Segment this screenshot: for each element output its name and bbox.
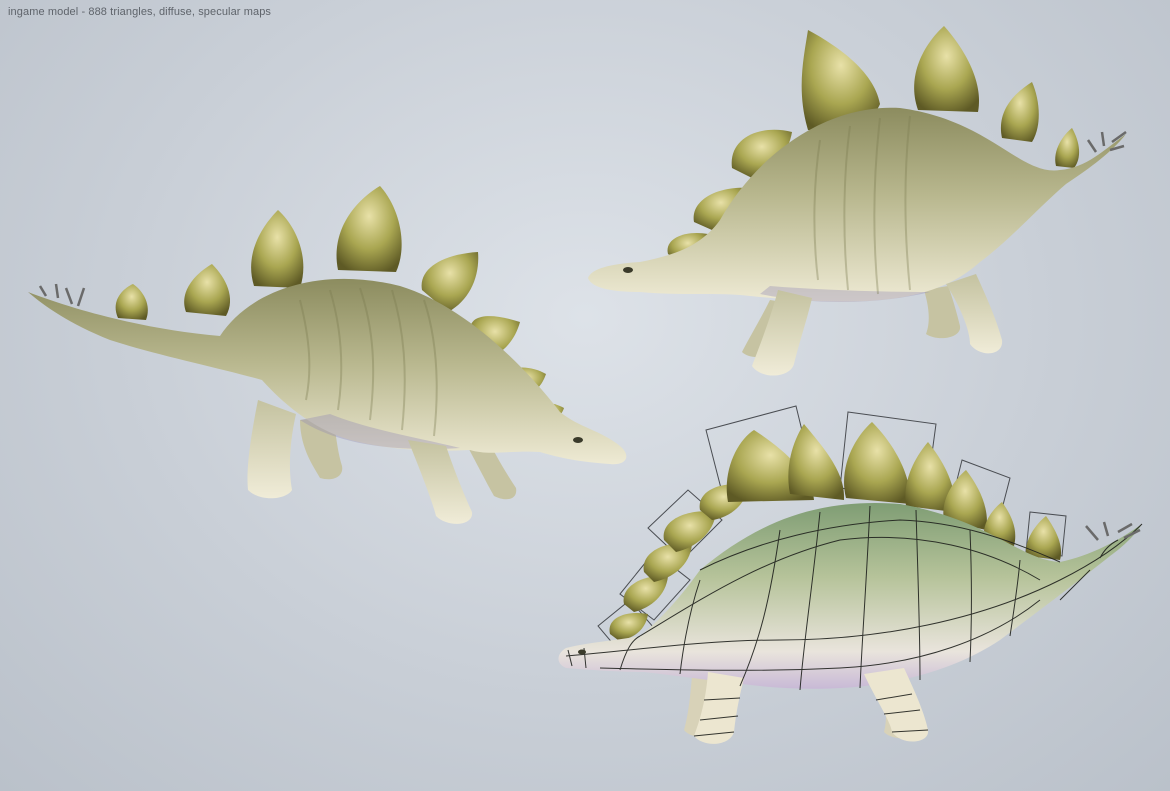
right-side-view <box>588 26 1127 376</box>
wireframe-view <box>558 405 1143 744</box>
viewport: ingame model - 888 triangles, diffuse, s… <box>0 0 1170 791</box>
body <box>588 107 1126 302</box>
left-side-view <box>28 186 627 524</box>
render-canvas <box>28 26 1143 744</box>
